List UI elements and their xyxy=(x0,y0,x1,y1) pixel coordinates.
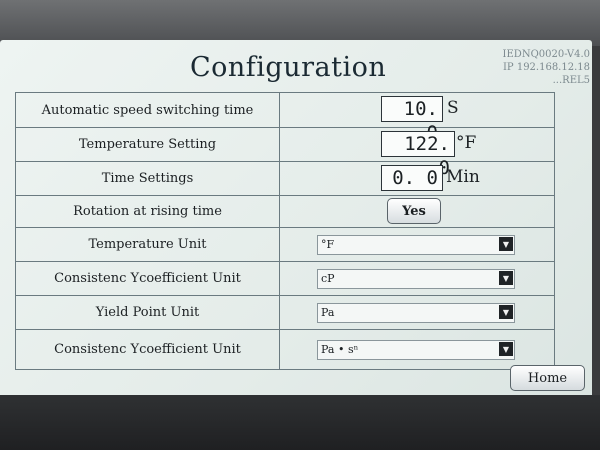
chevron-down-icon[interactable]: ▼ xyxy=(499,237,513,251)
row-label: Consistenc Ycoefficient Unit xyxy=(16,330,280,369)
auto-speed-time-input[interactable]: 10. 0 xyxy=(381,96,443,144)
device-bezel-bottom xyxy=(0,395,600,450)
unit-seconds: S xyxy=(447,98,459,118)
yield-point-unit-select[interactable]: Pa ▼ xyxy=(317,303,515,323)
info-extra: ...REL5 xyxy=(552,75,590,86)
ip-address: IP 192.168.12.18 xyxy=(502,62,590,73)
unit-minutes: Min xyxy=(446,167,480,187)
row-label: Yield Point Unit xyxy=(16,296,280,329)
row-temperature-unit: Temperature Unit °F ▼ xyxy=(16,228,554,262)
row-auto-speed-switch: Automatic speed switching time 10. 0 S xyxy=(16,93,554,144)
row-label: Temperature Unit xyxy=(16,228,280,261)
settings-table: Automatic speed switching time 10. 0 S T… xyxy=(15,92,555,370)
firmware-version: IEDNQ0020-V4.0 xyxy=(502,49,590,60)
chevron-down-icon[interactable]: ▼ xyxy=(499,271,513,285)
device-info: IEDNQ0020-V4.0 IP 192.168.12.18 ...REL5 xyxy=(470,48,590,87)
row-label: Time Settings xyxy=(16,162,280,195)
chevron-down-icon[interactable]: ▼ xyxy=(499,305,513,319)
row-yield-point-unit: Yield Point Unit Pa ▼ xyxy=(16,296,554,330)
row-consistency-unit-2: Consistenc Ycoefficient Unit Pa • sⁿ ▼ xyxy=(16,330,554,369)
page-title: Configuration xyxy=(190,52,387,83)
chevron-down-icon[interactable]: ▼ xyxy=(499,342,513,356)
select-value: Pa • sⁿ xyxy=(321,343,359,356)
select-value: cP xyxy=(321,272,335,285)
row-rotation-rising: Rotation at rising time Yes xyxy=(16,196,554,228)
row-temperature-setting: Temperature Setting 122. 0 °F xyxy=(16,128,554,179)
row-time-settings: Time Settings 0. 0 Min xyxy=(16,162,554,196)
select-value: °F xyxy=(321,238,335,251)
consistency-unit-select[interactable]: cP ▼ xyxy=(317,269,515,289)
home-button[interactable]: Home xyxy=(510,365,585,391)
hmi-screen: Configuration IEDNQ0020-V4.0 IP 192.168.… xyxy=(0,40,592,398)
temperature-setting-input[interactable]: 122. 0 xyxy=(381,131,455,179)
row-label: Temperature Setting xyxy=(16,128,280,161)
select-value: Pa xyxy=(321,306,335,319)
row-label: Rotation at rising time xyxy=(16,196,280,227)
time-settings-input[interactable]: 0. 0 xyxy=(381,165,443,191)
row-label: Consistenc Ycoefficient Unit xyxy=(16,262,280,295)
consistency-unit-select-2[interactable]: Pa • sⁿ ▼ xyxy=(317,340,515,360)
row-consistency-unit-1: Consistenc Ycoefficient Unit cP ▼ xyxy=(16,262,554,296)
temperature-unit-select[interactable]: °F ▼ xyxy=(317,235,515,255)
row-label: Automatic speed switching time xyxy=(16,93,280,127)
unit-fahrenheit: °F xyxy=(456,133,477,153)
rotation-yes-button[interactable]: Yes xyxy=(387,198,441,224)
